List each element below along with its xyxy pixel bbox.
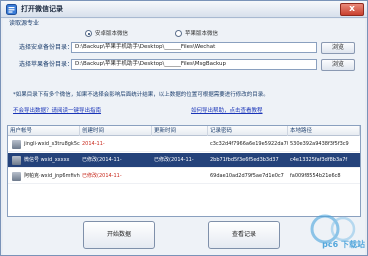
cell-path: 530e392a9438f3f5f3c9 xyxy=(290,141,349,147)
android-backup-label: 选择安卓备份目录： xyxy=(19,44,74,51)
view-records-button[interactable]: 查看记录 xyxy=(208,221,280,249)
cell-created: 已修改(2014-11- xyxy=(82,173,122,179)
source-group-label: 读取源专业 xyxy=(9,20,40,27)
android-backup-input[interactable]: D:\Backup\苹果手机助手\Desktop\______Files\Wec… xyxy=(71,42,317,53)
ios-backup-row: 选择苹果备份目录： D:\Backup\苹果手机助手\Desktop\_____… xyxy=(9,59,361,71)
cell-updated: 已修改(2014-11- xyxy=(154,157,194,163)
col-updated[interactable]: 更新时间 xyxy=(152,126,208,136)
cell-account: 阿帕克·wxid_jnp6mfivh2e1z3 xyxy=(24,173,80,179)
records-table: 用户帐号 创建时间 更新时间 记录密码 本地路径 jingli·wxid_s3t… xyxy=(7,125,361,217)
window-title: 打开微信记录 xyxy=(21,5,63,13)
cell-path: c4e13325faf3df8b3a7f xyxy=(290,157,348,163)
dialog-window: 打开微信记录 x 读取源专业 安卓版本微信 苹果版本微信 选择安卓备份目录： D… xyxy=(0,0,368,256)
radio-ios-button[interactable] xyxy=(175,30,182,37)
cell-updated xyxy=(152,169,208,184)
export-help-link[interactable]: 如何导出帮助，点击查看教程 xyxy=(191,107,263,115)
app-icon xyxy=(6,4,17,15)
radio-ios-label: 苹果版本微信 xyxy=(185,30,219,37)
title-bar: 打开微信记录 x xyxy=(1,1,367,18)
radio-android[interactable]: 安卓版本微信 xyxy=(85,29,128,38)
cell-updated xyxy=(152,137,208,152)
avatar xyxy=(12,172,21,181)
android-backup-row: 选择安卓备份目录： D:\Backup\苹果手机助手\Desktop\_____… xyxy=(9,42,361,54)
avatar xyxy=(12,140,21,149)
ios-backup-input[interactable]: D:\Backup\苹果手机助手\Desktop\______Files\Msg… xyxy=(71,59,317,70)
cell-created: 2014-11- xyxy=(82,141,105,147)
cell-created: 已修改(2014-11- xyxy=(82,157,122,163)
cell-password: c3c32d4f7966a6e19e5922da70 xyxy=(210,141,288,147)
cell-password: 69dae10ad2d79f5ae7d1e0c7 xyxy=(210,173,284,179)
open-data-button[interactable]: 开始数据 xyxy=(83,221,155,249)
col-path[interactable]: 本地路径 xyxy=(288,126,360,136)
col-password[interactable]: 记录密码 xyxy=(208,126,288,136)
table-row[interactable]: 微信号 wxid_xxxxx 已修改(2014-11- 已修改(2014-11-… xyxy=(8,153,360,168)
dialog-content: 读取源专业 安卓版本微信 苹果版本微信 选择安卓备份目录： D:\Backup\… xyxy=(3,19,365,255)
cell-account: 微信号 wxid_xxxxx xyxy=(24,157,70,163)
cell-path: fa009f8554b21e6c8 xyxy=(290,173,341,179)
ios-backup-label: 选择苹果备份目录： xyxy=(19,61,74,68)
hint-note: *如果目录下有多个微信，如果不选择会影响后面统计结果，以上数据的位置可根据需要进… xyxy=(13,92,269,98)
table-header: 用户帐号 创建时间 更新时间 记录密码 本地路径 xyxy=(8,126,360,136)
cell-password: 2bb71fbd5f3e6f5ed3b3d37 xyxy=(210,157,279,163)
ios-browse-button[interactable]: 浏览 xyxy=(321,59,355,71)
radio-android-button[interactable] xyxy=(85,30,92,37)
cell-account: jingli·wxid_s3tru8gk5c22 xyxy=(24,141,80,147)
radio-android-label: 安卓版本微信 xyxy=(95,30,129,37)
avatar xyxy=(12,156,21,165)
export-guide-link[interactable]: 不会导出数据？请阅读一键导出指南 xyxy=(13,107,101,115)
col-account[interactable]: 用户帐号 xyxy=(8,126,80,136)
col-created[interactable]: 创建时间 xyxy=(80,126,152,136)
android-browse-button[interactable]: 浏览 xyxy=(321,42,355,54)
close-button[interactable]: x xyxy=(340,3,364,16)
radio-ios[interactable]: 苹果版本微信 xyxy=(175,29,218,38)
table-row[interactable]: 阿帕克·wxid_jnp6mfivh2e1z3 已修改(2014-11- 69d… xyxy=(8,169,360,184)
table-row[interactable]: jingli·wxid_s3tru8gk5c22 2014-11- c3c32d… xyxy=(8,137,360,152)
